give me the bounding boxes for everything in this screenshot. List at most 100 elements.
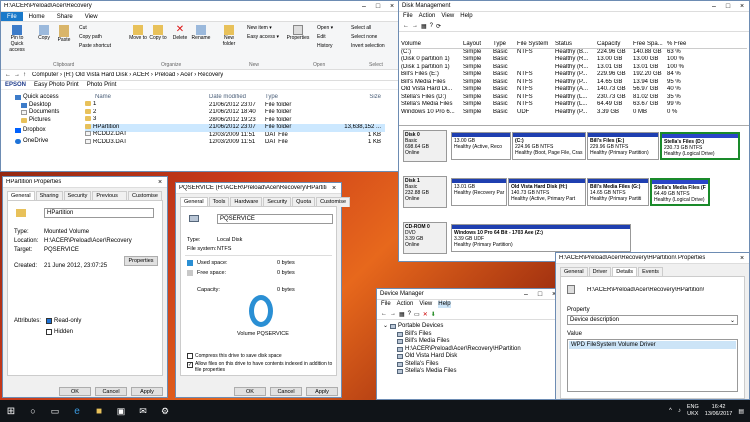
- task-view-icon[interactable]: ▭: [44, 406, 66, 417]
- file-row[interactable]: RCDD3.DAT 12/03/2009 11:51 DAT File 1 KB: [85, 138, 385, 147]
- close-icon[interactable]: ×: [385, 1, 399, 11]
- partition[interactable]: 13.00 GB Healthy (Active, Reco: [451, 132, 511, 160]
- paste-button[interactable]: Paste: [55, 25, 73, 43]
- settings-icon[interactable]: ⚙: [154, 406, 176, 417]
- volume-row[interactable]: Stella's Media Files Simple Basic NTFS Healt…: [401, 101, 747, 109]
- remove-icon[interactable]: ✕: [423, 311, 428, 318]
- device-item[interactable]: Bill's Files: [397, 331, 557, 339]
- volume-row[interactable]: Bill's Files (E:) Simple Basic NTFS Healthy …: [401, 71, 747, 79]
- nav-documents[interactable]: Documents: [15, 109, 81, 117]
- select-all-button[interactable]: Select all: [351, 25, 371, 31]
- tab-view[interactable]: View: [79, 12, 104, 21]
- photo-print-button[interactable]: Photo Print: [87, 82, 117, 88]
- property-select[interactable]: Device description ⌄: [567, 315, 738, 325]
- menu-file[interactable]: File: [403, 13, 413, 20]
- nav-onedrive[interactable]: OneDrive: [15, 138, 81, 146]
- tab-share[interactable]: Share: [51, 12, 79, 21]
- grid-icon[interactable]: ▦: [399, 311, 405, 318]
- copy-button[interactable]: Copy: [35, 25, 53, 41]
- explorer-icon[interactable]: ■: [88, 406, 110, 417]
- partition[interactable]: Windows 10 Pro 64 Bit - 1703 Aee (Z:) 3.3…: [451, 224, 631, 252]
- volume-row[interactable]: (Disk 0 partition 1) Simple Basic Healthy (…: [401, 56, 747, 64]
- column-size[interactable]: Size: [321, 94, 381, 102]
- forward-arrow-icon[interactable]: →: [390, 311, 396, 317]
- maximize-icon[interactable]: □: [371, 1, 385, 11]
- cancel-button[interactable]: Cancel: [95, 387, 127, 396]
- cut-button[interactable]: Cut: [79, 25, 87, 31]
- partition[interactable]: 13.01 GB Healthy (Recovery Par: [451, 178, 507, 206]
- minimize-icon[interactable]: –: [707, 1, 721, 11]
- menu-view[interactable]: View: [441, 13, 454, 20]
- menu-file[interactable]: File: [381, 301, 391, 308]
- value-item[interactable]: WPD FileSystem Volume Driver: [569, 341, 736, 349]
- tree-root[interactable]: ⌄ Portable Devices: [383, 323, 557, 331]
- store-icon[interactable]: ▣: [110, 406, 132, 417]
- menu-help[interactable]: Help: [460, 13, 472, 20]
- readonly-checkbox[interactable]: Read-only: [46, 318, 81, 324]
- column-type[interactable]: Type: [493, 41, 517, 49]
- new-folder-button[interactable]: New folder: [219, 25, 239, 47]
- pin-button[interactable]: Pin to Quick access: [5, 25, 29, 53]
- device-item[interactable]: Stella's Files: [397, 361, 557, 369]
- mail-icon[interactable]: ✉: [132, 406, 154, 417]
- new-item-button[interactable]: New item ▾: [247, 25, 272, 31]
- device-item[interactable]: Old Vista Hard Disk: [397, 353, 557, 361]
- column-file-system[interactable]: File System: [517, 41, 555, 49]
- volume-row[interactable]: Windows 10 Pro 6... Simple Basic UDF Healthy…: [401, 109, 747, 117]
- partition[interactable]: Bill's Media Files (G:) 14.65 GB NTFS Heal…: [587, 178, 649, 206]
- minimize-icon[interactable]: –: [519, 289, 533, 299]
- clock[interactable]: 16:42 13/06/2017: [705, 404, 733, 418]
- easy-photo-print-button[interactable]: Easy Photo Print: [34, 82, 79, 88]
- invert-selection-button[interactable]: Invert selection: [351, 43, 385, 49]
- volume-row[interactable]: (Disk 1 partition 1) Simple Basic Healthy (…: [401, 64, 747, 72]
- forward-arrow-icon[interactable]: →: [14, 72, 20, 78]
- column-capacity[interactable]: Capacity: [597, 41, 633, 49]
- back-arrow-icon[interactable]: ←: [5, 72, 11, 78]
- notifications-icon[interactable]: ▤: [738, 408, 744, 415]
- nav-dropbox[interactable]: Dropbox: [15, 127, 81, 135]
- tab-home[interactable]: Home: [23, 12, 51, 21]
- file-row[interactable]: 3 28/06/2012 19:23 File folder: [85, 116, 385, 125]
- history-button[interactable]: History: [317, 43, 333, 49]
- forward-arrow-icon[interactable]: →: [412, 23, 418, 29]
- edge-icon[interactable]: e: [66, 406, 88, 417]
- partition[interactable]: Stella's Media Files (F:) 64.49 GB NTFS He…: [650, 178, 710, 206]
- volume-row[interactable]: Stella's Files (D:) Simple Basic NTFS Health…: [401, 94, 747, 102]
- file-row[interactable]: HPartition 21/06/2012 23:07 File folder 13,…: [85, 123, 385, 132]
- device-item[interactable]: H:\ACER\Preload\Acer\Recovery\HPartition: [397, 346, 557, 354]
- menu-help[interactable]: Help: [438, 301, 451, 308]
- properties-button[interactable]: Properties: [124, 256, 158, 266]
- partition[interactable]: Stella's Files (D:) 230.73 GB NTFS Healthy…: [660, 132, 740, 160]
- up-arrow-icon[interactable]: ↑: [23, 72, 26, 78]
- pq-name-field[interactable]: PQSERVICE: [217, 214, 333, 224]
- column-layout[interactable]: Layout: [463, 41, 493, 49]
- grid-icon[interactable]: ▦: [421, 23, 427, 30]
- ok-button[interactable]: OK: [234, 387, 266, 396]
- maximize-icon[interactable]: □: [721, 1, 735, 11]
- copy-to-button[interactable]: Copy to: [149, 25, 167, 41]
- language-indicator[interactable]: ENG UKX: [687, 404, 699, 418]
- device-item[interactable]: Bill's Media Files: [397, 338, 557, 346]
- hprops-name-field[interactable]: HPartition: [44, 208, 154, 218]
- delete-button[interactable]: ✕ Delete: [171, 25, 189, 42]
- help-icon[interactable]: ?: [408, 311, 411, 317]
- partition[interactable]: Bill's Files (E:) 229.96 GB NTFS Healthy (…: [587, 132, 659, 160]
- close-icon[interactable]: ×: [735, 1, 749, 11]
- apply-button[interactable]: Apply: [131, 387, 163, 396]
- search-icon[interactable]: ○: [22, 406, 44, 416]
- menu-action[interactable]: Action: [419, 13, 436, 20]
- close-icon[interactable]: ×: [153, 177, 167, 187]
- partition[interactable]: (C:) 224.96 GB NTFS Healthy (Boot, Page Fi…: [512, 132, 586, 160]
- nav-pictures[interactable]: Pictures: [15, 117, 81, 125]
- menu-action[interactable]: Action: [397, 301, 414, 308]
- refresh-icon[interactable]: ⟳: [436, 23, 441, 30]
- nav-desktop[interactable]: Desktop: [15, 102, 81, 110]
- cancel-button[interactable]: Cancel: [270, 387, 302, 396]
- monitor-icon[interactable]: ▭: [414, 311, 420, 318]
- rename-button[interactable]: Rename: [191, 25, 211, 41]
- easy-access-button[interactable]: Easy access ▾: [247, 34, 279, 40]
- index-checkbox[interactable]: ✓ Allow files on this drive to have conte…: [187, 361, 337, 373]
- close-icon[interactable]: ×: [327, 183, 341, 193]
- volume-row[interactable]: Old Vista Hard Di... Simple Basic NTFS Healt…: [401, 86, 747, 94]
- back-arrow-icon[interactable]: ←: [381, 311, 387, 317]
